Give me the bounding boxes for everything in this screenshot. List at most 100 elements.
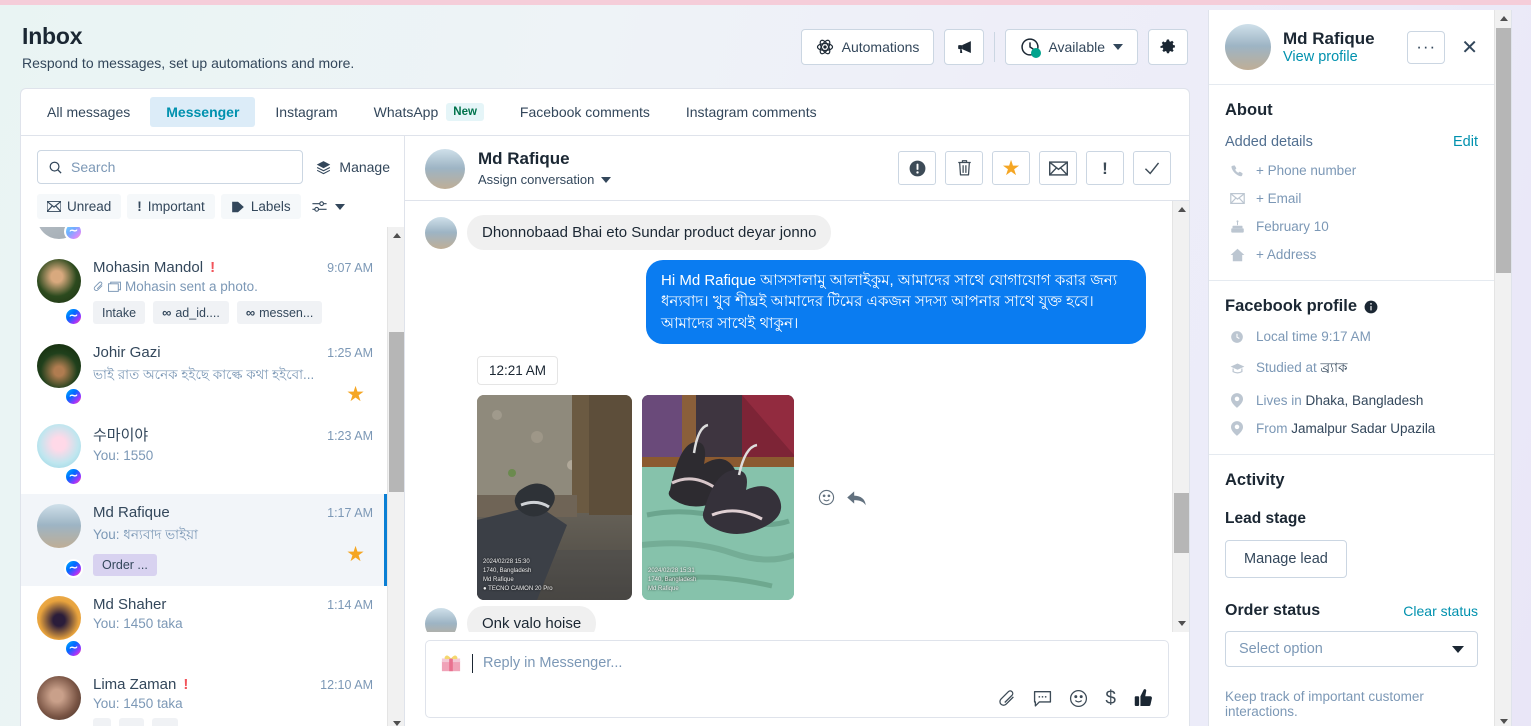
manage-button[interactable]: Manage bbox=[315, 159, 390, 176]
react-emoji-icon[interactable] bbox=[818, 489, 835, 506]
sort-button[interactable] bbox=[311, 199, 345, 214]
close-icon[interactable]: ✕ bbox=[1457, 35, 1482, 60]
emoji-icon[interactable] bbox=[1069, 689, 1088, 708]
reply-arrow-icon[interactable] bbox=[847, 489, 866, 506]
view-profile-link[interactable]: View profile bbox=[1283, 49, 1375, 65]
detail-row-phone[interactable]: + Phone number bbox=[1225, 163, 1478, 178]
info-icon[interactable] bbox=[1364, 300, 1378, 314]
label-chip[interactable]: ∞ bbox=[119, 718, 145, 726]
label-chip[interactable]: Intake bbox=[93, 301, 146, 324]
message-preview: ভাই রাত অনেক হইছে কাল্কে কথা হইবো... bbox=[93, 364, 373, 387]
conversation-list-scrollbar[interactable] bbox=[387, 227, 404, 726]
label-chip[interactable]: ∞ messen... bbox=[236, 301, 323, 324]
label-chip[interactable]: ∞ ad_id.... bbox=[153, 301, 229, 324]
filter-unread[interactable]: Unread bbox=[37, 194, 122, 219]
list-item[interactable]: ∼ Md Shaher 1:14 AM You: 1450 taka bbox=[21, 586, 387, 666]
photo-attachment[interactable]: 2024/02/28 15:30 1740, Bangladesh Md Rafiq… bbox=[477, 394, 632, 600]
photo-attachment[interactable]: 2024/02/28 15:31 1740, Bangladesh Md Rafiq… bbox=[642, 394, 794, 600]
availability-label: Available bbox=[1048, 39, 1105, 55]
timestamp: 1:23 AM bbox=[327, 429, 373, 443]
label-chips: Order ... bbox=[93, 554, 373, 576]
messenger-badge-icon: ∼ bbox=[64, 639, 83, 658]
thread-actions: ★ ! bbox=[898, 151, 1171, 185]
timestamp: 1:25 AM bbox=[327, 346, 373, 360]
scroll-down-button[interactable] bbox=[1173, 615, 1189, 632]
paperclip-icon[interactable] bbox=[998, 689, 1016, 707]
manage-label: Manage bbox=[339, 159, 390, 175]
list-item-selected[interactable]: ∼ Md Rafique 1:17 AM You: ধন্যবাদ ভাইয়া bbox=[21, 494, 387, 586]
snippet-icon[interactable] bbox=[1033, 689, 1052, 707]
facebook-profile-section: Facebook profile Local time 9:17 AM Stud… bbox=[1209, 281, 1494, 455]
detail-row-address[interactable]: + Address bbox=[1225, 247, 1478, 262]
star-icon[interactable]: ★ bbox=[346, 382, 365, 407]
composer-tools: $ bbox=[998, 688, 1154, 708]
tab-instagram-comments[interactable]: Instagram comments bbox=[670, 97, 833, 127]
scroll-up-button[interactable] bbox=[1495, 10, 1511, 27]
message-incoming: Dhonnobaad Bhai eto Sundar product deyar… bbox=[425, 215, 1146, 250]
automations-button[interactable]: Automations bbox=[800, 29, 935, 65]
tab-facebook-comments[interactable]: Facebook comments bbox=[504, 97, 666, 127]
order-status-select[interactable]: Select option bbox=[1225, 631, 1478, 667]
clock-icon bbox=[1229, 330, 1245, 344]
envelope-icon bbox=[1048, 160, 1068, 176]
mark-unread-button[interactable] bbox=[1039, 151, 1077, 185]
list-item[interactable]: ∼ Johir Gazi 1:25 AM ভাই রাত অনেক হইছে ক… bbox=[21, 334, 387, 414]
scroll-up-button[interactable] bbox=[1173, 201, 1189, 218]
payment-icon[interactable]: $ bbox=[1105, 689, 1116, 708]
tab-label: WhatsApp bbox=[373, 104, 439, 120]
gift-icon[interactable] bbox=[440, 653, 462, 673]
scrollbar-thumb[interactable] bbox=[1174, 493, 1189, 553]
list-item[interactable]: ∼ 수마이야 1:23 AM You: 1550 bbox=[21, 414, 387, 494]
contact-identity: Md Rafique View profile bbox=[1283, 29, 1375, 65]
search-box[interactable] bbox=[37, 150, 304, 184]
detail-row-email[interactable]: + Email bbox=[1225, 191, 1478, 206]
manage-lead-button[interactable]: Manage lead bbox=[1225, 540, 1347, 578]
mark-as-spam-button[interactable] bbox=[898, 151, 936, 185]
announcements-button[interactable] bbox=[944, 29, 985, 65]
assign-conversation-dropdown[interactable]: Assign conversation bbox=[478, 172, 612, 187]
scroll-down-button[interactable] bbox=[388, 715, 404, 726]
mark-closed-button[interactable] bbox=[1133, 151, 1171, 185]
scrollbar-thumb[interactable] bbox=[1496, 28, 1511, 273]
label-chip[interactable] bbox=[93, 718, 111, 726]
edit-details-link[interactable]: Edit bbox=[1453, 134, 1478, 150]
list-item[interactable]: ∼ Mohasin Mandol ! 9:07 AM Mohasin sent … bbox=[21, 249, 387, 334]
contact-panel-scrollbar[interactable] bbox=[1494, 10, 1511, 726]
order-status-label: Order status bbox=[1225, 602, 1321, 619]
label-chip-text: ad_id.... bbox=[175, 305, 220, 320]
search-input[interactable] bbox=[71, 159, 293, 175]
list-item-content: 수마이야 1:23 AM You: 1550 bbox=[93, 424, 373, 484]
fb-row-prefix: Lives in bbox=[1256, 393, 1306, 408]
more-options-button[interactable]: ··· bbox=[1407, 30, 1446, 64]
star-icon[interactable]: ★ bbox=[346, 542, 365, 567]
scroll-up-button[interactable] bbox=[388, 227, 404, 244]
list-item[interactable]: ∼ Lima Zaman ! 12:10 AM You: 1450 taka bbox=[21, 666, 387, 726]
messenger-badge-icon: ∼ bbox=[64, 227, 83, 241]
filter-important[interactable]: ! Important bbox=[127, 194, 215, 219]
avatar bbox=[425, 149, 465, 189]
tab-messenger[interactable]: Messenger bbox=[150, 97, 256, 127]
availability-button[interactable]: Available bbox=[1005, 29, 1138, 65]
settings-button[interactable] bbox=[1148, 29, 1188, 65]
tab-all-messages[interactable]: All messages bbox=[31, 97, 146, 127]
composer[interactable]: Reply in Messenger... $ bbox=[425, 640, 1169, 718]
avatar bbox=[37, 424, 81, 468]
thumbsup-icon[interactable] bbox=[1133, 688, 1154, 708]
list-item[interactable]: ∼ bbox=[21, 227, 387, 249]
detail-row-birthday[interactable]: February 10 bbox=[1225, 219, 1478, 234]
thread-body[interactable]: Dhonnobaad Bhai eto Sundar product deyar… bbox=[405, 201, 1189, 632]
scroll-down-button[interactable] bbox=[1495, 713, 1511, 726]
delete-button[interactable] bbox=[945, 151, 983, 185]
mark-important-button[interactable]: ! bbox=[1086, 151, 1124, 185]
tab-instagram[interactable]: Instagram bbox=[259, 97, 353, 127]
tab-whatsapp[interactable]: WhatsApp New bbox=[358, 96, 500, 128]
conversation-list[interactable]: ∼ ∼ Mohasin Mandol ! 9:07 AM Mohasin sen… bbox=[21, 227, 404, 726]
label-chip-order[interactable]: Order ... bbox=[93, 554, 157, 576]
label-chip[interactable]: ∞ bbox=[152, 718, 178, 726]
tab-label: Facebook comments bbox=[519, 104, 650, 120]
clear-status-link[interactable]: Clear status bbox=[1403, 603, 1478, 619]
star-button[interactable]: ★ bbox=[992, 151, 1030, 185]
filter-labels[interactable]: Labels bbox=[220, 194, 301, 219]
thread-scrollbar[interactable] bbox=[1172, 201, 1189, 632]
scrollbar-thumb[interactable] bbox=[389, 332, 404, 492]
